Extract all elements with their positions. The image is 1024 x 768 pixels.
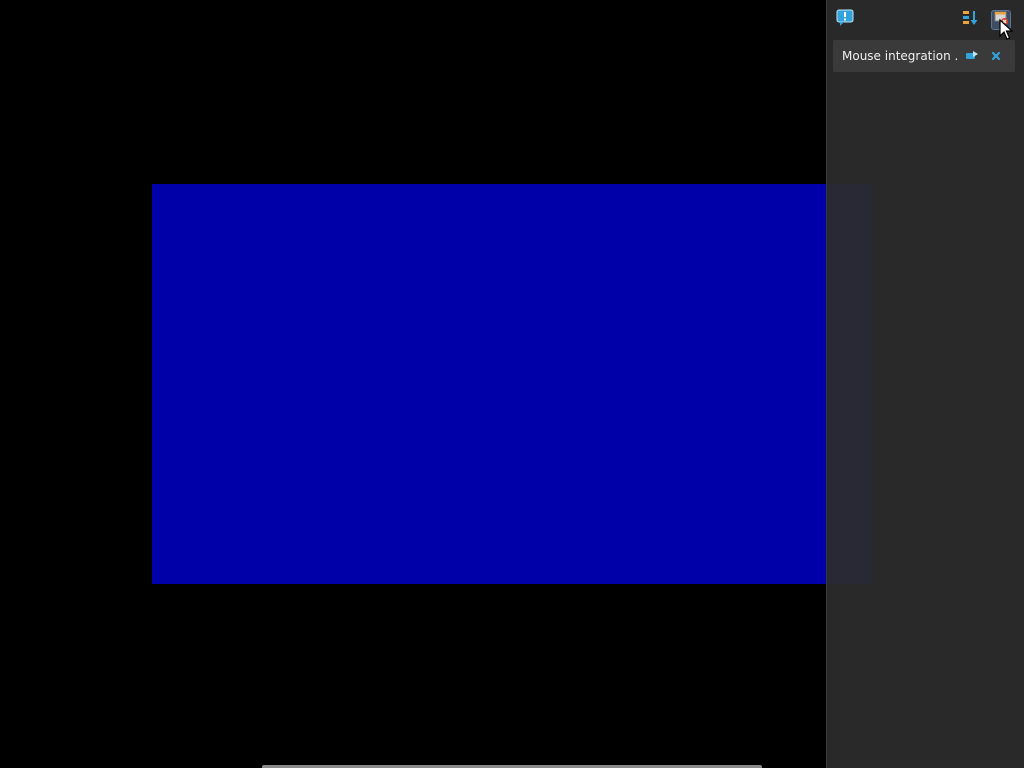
vm-screen: Mouse integration ... [0, 0, 1024, 768]
help-button[interactable] [835, 9, 855, 31]
notification-item[interactable]: Mouse integration ... [833, 40, 1015, 72]
mouse-integration-toggle-button[interactable] [964, 48, 980, 64]
notification-toolbar [827, 0, 1024, 38]
close-icon [990, 47, 1002, 66]
guest-display-area[interactable] [152, 184, 872, 584]
notification-center-panel: Mouse integration ... [826, 0, 1024, 768]
help-balloon-icon [836, 9, 854, 31]
dismiss-notification-button[interactable] [988, 48, 1004, 64]
close-all-icon [993, 10, 1009, 30]
close-all-notifications-button[interactable] [991, 10, 1011, 30]
mouse-integration-icon [965, 47, 979, 66]
sort-icon [962, 9, 980, 31]
notification-text: Mouse integration ... [842, 49, 958, 63]
sort-notifications-button[interactable] [961, 10, 981, 30]
